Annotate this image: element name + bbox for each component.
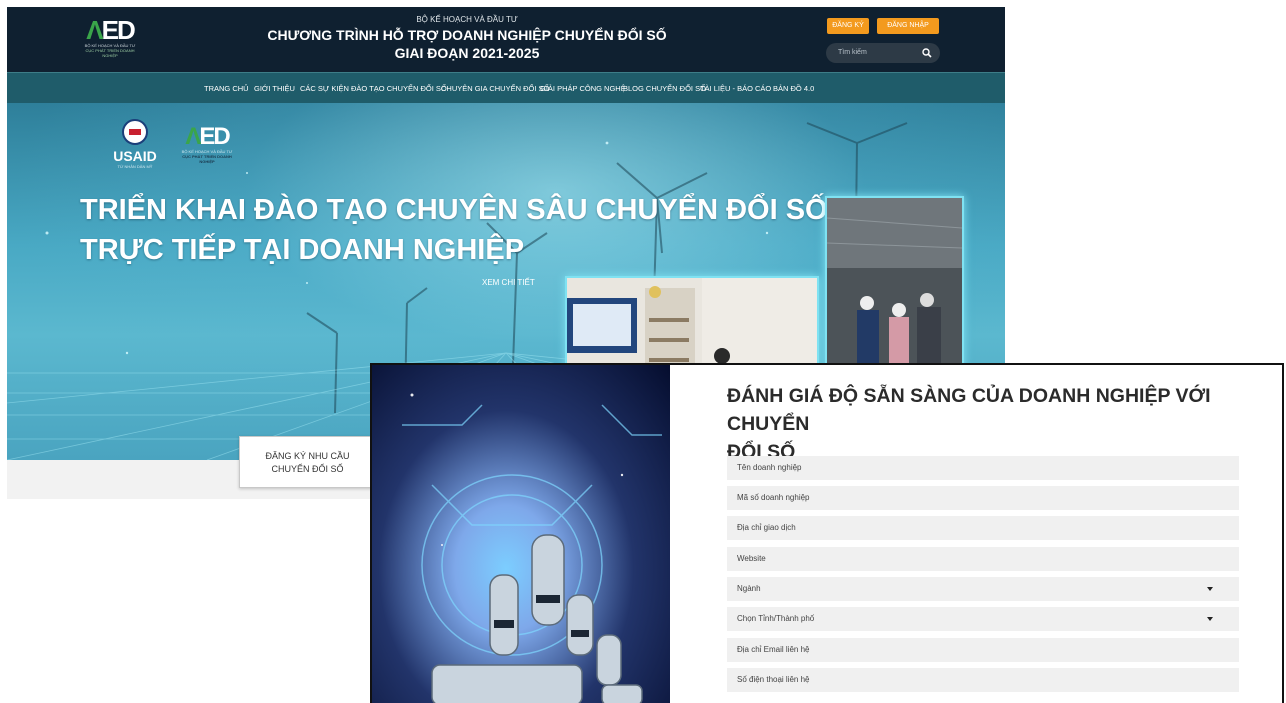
program-period: GIAI ĐOẠN 2021-2025 bbox=[394, 45, 540, 61]
province-select[interactable]: Chọn Tỉnh/Thành phố bbox=[727, 607, 1239, 631]
contact-phone-field[interactable]: Số điện thoại liên hệ bbox=[727, 668, 1239, 692]
see-more-link[interactable]: XEM CHI TIẾT bbox=[482, 278, 535, 287]
usaid-label: USAID bbox=[113, 148, 157, 164]
nav-solutions[interactable]: GIẢI PHÁP CÔNG NGHỆ bbox=[540, 73, 626, 104]
login-button[interactable]: ĐĂNG NHẬP bbox=[877, 18, 939, 34]
nav-map[interactable]: BẢN ĐỒ 4.0 bbox=[773, 73, 814, 104]
register-demand-card[interactable]: ĐĂNG KÝ NHU CẦU CHUYỂN ĐỔI SỐ bbox=[239, 436, 376, 488]
aed-logo-hero: ΛED BỘ KẾ HOẠCH VÀ ĐẦU TƯ CỤC PHÁT TRIỂN… bbox=[181, 123, 233, 165]
register-demand-line1: ĐĂNG KÝ NHU CẦU bbox=[265, 451, 350, 461]
ministry-label: BỘ KẾ HOẠCH VÀ ĐẦU TƯ bbox=[416, 15, 518, 24]
company-name-field[interactable]: Tên doanh nghiệp bbox=[727, 456, 1239, 480]
nav-about[interactable]: GIỚI THIỆU bbox=[254, 73, 295, 104]
search-icon[interactable] bbox=[922, 48, 932, 58]
business-code-field[interactable]: Mã số doanh nghiệp bbox=[727, 486, 1239, 510]
search-placeholder: Tìm kiếm bbox=[838, 49, 867, 56]
business-address-field[interactable]: Địa chỉ giao dịch bbox=[727, 516, 1239, 540]
form-title-line1: ĐÁNH GIÁ ĐỘ SẴN SÀNG CỦA DOANH NGHIỆP VỚ… bbox=[727, 385, 1211, 435]
contact-email-field[interactable]: Địa chỉ Email liên hệ bbox=[727, 638, 1239, 662]
readiness-form-screenshot: ĐÁNH GIÁ ĐỘ SẴN SÀNG CỦA DOANH NGHIỆP VỚ… bbox=[370, 363, 1284, 703]
nav-documents[interactable]: TÀI LIỆU - BÁO CÁO bbox=[700, 73, 771, 104]
form-title: ĐÁNH GIÁ ĐỘ SẴN SÀNG CỦA DOANH NGHIỆP VỚ… bbox=[727, 382, 1267, 466]
nav-training[interactable]: ĐÀO TẠO CHUYỂN ĐỔI SỐ bbox=[351, 73, 447, 104]
hero-headline-line2: TRỰC TIẾP TẠI DOANH NGHIỆP bbox=[80, 234, 525, 266]
hero-headline-line1: TRIỂN KHAI ĐÀO TẠO CHUYÊN SÂU CHUYỂN ĐỔI… bbox=[80, 194, 828, 226]
register-button[interactable]: ĐĂNG KÝ bbox=[827, 18, 869, 34]
robot-hand-image bbox=[372, 365, 670, 703]
caret-down-icon bbox=[1207, 587, 1213, 591]
nav-blog[interactable]: BLOG CHUYỂN ĐỔI SỐ bbox=[623, 73, 706, 104]
nav-home[interactable]: TRANG CHỦ bbox=[204, 73, 249, 104]
usaid-seal-icon bbox=[122, 119, 148, 145]
industry-select[interactable]: Ngành bbox=[727, 577, 1239, 601]
nav-experts[interactable]: CHUYÊN GIA CHUYỂN ĐỔI SỐ bbox=[441, 73, 549, 104]
usaid-tagline: TỪ NHÂN DÂN MỸ bbox=[117, 164, 153, 169]
nav-events[interactable]: CÁC SỰ KIỆN bbox=[300, 73, 349, 104]
main-nav: TRANG CHỦ GIỚI THIỆU CÁC SỰ KIỆN ĐÀO TẠO… bbox=[7, 72, 1005, 104]
site-header: ΛED BỘ KẾ HOẠCH VÀ ĐẦU TƯ CỤC PHÁT TRIỂN… bbox=[7, 7, 1005, 72]
caret-down-icon bbox=[1207, 617, 1213, 621]
program-title: CHƯƠNG TRÌNH HỖ TRỢ DOANH NGHIỆP CHUYỂN … bbox=[267, 27, 667, 43]
register-demand-line2: CHUYỂN ĐỔI SỐ bbox=[271, 464, 344, 474]
usaid-logo: USAID TỪ NHÂN DÂN MỸ bbox=[107, 119, 163, 179]
search-input[interactable]: Tìm kiếm bbox=[826, 43, 940, 63]
website-field[interactable]: Website bbox=[727, 547, 1239, 571]
